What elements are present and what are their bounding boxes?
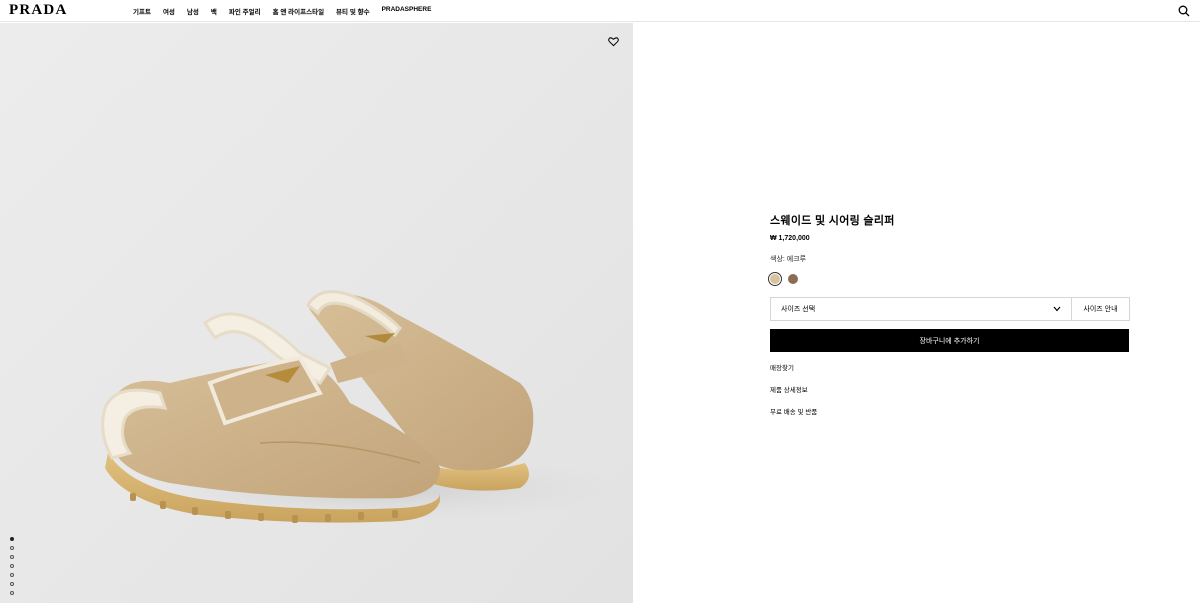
color-label: 색상: 에크루 bbox=[770, 256, 807, 263]
color-swatches bbox=[768, 272, 1130, 286]
nav-item-gift[interactable]: 기프트 bbox=[133, 6, 151, 16]
chevron-down-icon bbox=[1053, 306, 1061, 312]
size-guide-button[interactable]: 사이즈 안내 bbox=[1072, 297, 1130, 321]
product-image-gallery[interactable] bbox=[0, 23, 633, 603]
heart-icon[interactable] bbox=[608, 36, 619, 47]
product-image-slippers bbox=[101, 290, 620, 523]
size-select-dropdown[interactable]: 사이즈 선택 bbox=[770, 297, 1072, 321]
nav-item-home-lifestyle[interactable]: 홈 앤 라이프스타일 bbox=[273, 6, 324, 16]
swatch-ecru[interactable] bbox=[768, 272, 782, 286]
product-details: 스웨이드 및 시어링 슬리퍼 ₩ 1,720,000 색상: 에크루 사이즈 선… bbox=[768, 212, 1130, 416]
product-title: 스웨이드 및 시어링 슬리퍼 bbox=[770, 215, 895, 227]
main-nav: 기프트 여성 남성 백 파인 주얼리 홈 앤 라이프스타일 뷰티 및 향수 PR… bbox=[133, 6, 443, 16]
gallery-dot[interactable] bbox=[10, 537, 14, 541]
nav-item-bags[interactable]: 백 bbox=[211, 6, 217, 16]
size-select-label: 사이즈 선택 bbox=[781, 306, 816, 313]
nav-item-men[interactable]: 남성 bbox=[187, 6, 199, 16]
gallery-dot[interactable] bbox=[10, 573, 14, 577]
shipping-returns-link[interactable]: 무료 배송 및 반품 bbox=[770, 406, 1130, 416]
gallery-dot[interactable] bbox=[10, 546, 14, 550]
size-row: 사이즈 선택 사이즈 안내 bbox=[770, 297, 1130, 321]
gallery-dot[interactable] bbox=[10, 582, 14, 586]
nav-item-fine-jewelry[interactable]: 파인 주얼리 bbox=[229, 6, 261, 16]
site-header: PRADA 기프트 여성 남성 백 파인 주얼리 홈 앤 라이프스타일 뷰티 및… bbox=[0, 0, 1200, 22]
gallery-dot[interactable] bbox=[10, 591, 14, 595]
nav-item-women[interactable]: 여성 bbox=[163, 6, 175, 16]
nav-item-beauty-fragrance[interactable]: 뷰티 및 향수 bbox=[336, 6, 370, 16]
nav-item-pradasphere[interactable]: PRADASPHERE bbox=[382, 6, 432, 16]
product-details-link[interactable]: 제품 상세정보 bbox=[770, 384, 1130, 394]
swatch-brown[interactable] bbox=[788, 274, 798, 284]
product-links: 매장찾기 제품 상세정보 무료 배송 및 반품 bbox=[770, 362, 1130, 416]
product-price: ₩ 1,720,000 bbox=[770, 235, 810, 242]
gallery-dot[interactable] bbox=[10, 564, 14, 568]
prada-logo[interactable]: PRADA bbox=[9, 2, 68, 19]
store-locator-link[interactable]: 매장찾기 bbox=[770, 362, 1130, 372]
gallery-pagination bbox=[10, 537, 14, 595]
search-icon[interactable] bbox=[1178, 5, 1190, 17]
add-to-cart-button[interactable]: 장바구니에 추가하기 bbox=[770, 329, 1129, 352]
gallery-dot[interactable] bbox=[10, 555, 14, 559]
